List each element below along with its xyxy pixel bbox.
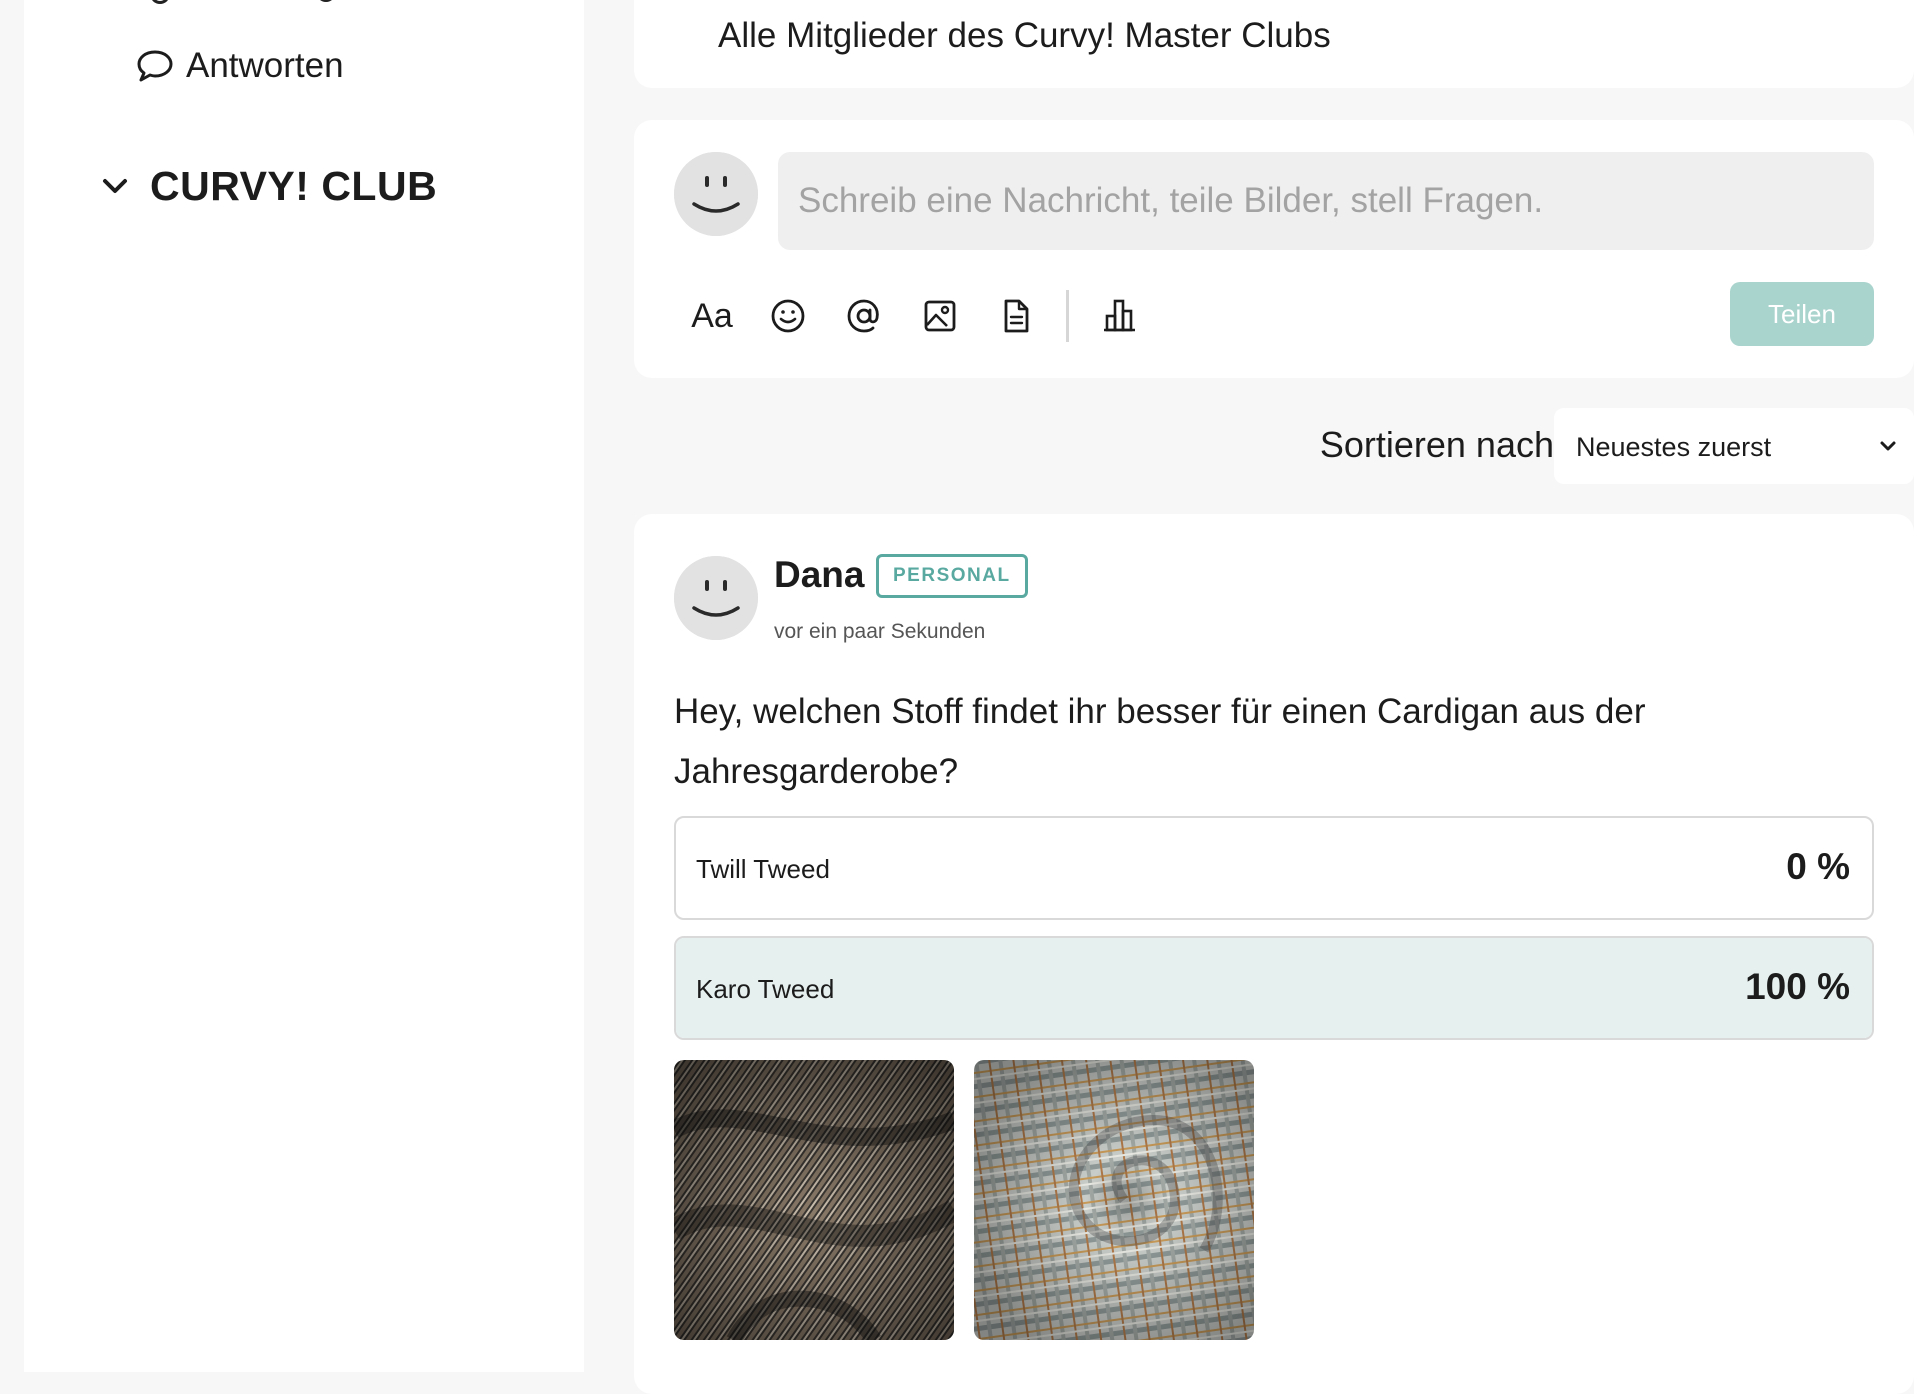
sidebar: Antworten CURVY! CLUB (24, 0, 584, 1372)
poll-option-label: Twill Tweed (696, 854, 830, 884)
group-description-card: Alle Mitglieder des Curvy! Master Clubs (634, 0, 1914, 88)
mention-button[interactable] (826, 282, 902, 350)
poll-option-label: Karo Tweed (696, 974, 835, 1004)
fabric-photo (974, 1060, 1254, 1340)
poll-option-fill (676, 938, 1872, 1038)
group-description: Alle Mitglieder des Curvy! Master Clubs (718, 16, 1331, 55)
text-format-button[interactable]: Aa (674, 282, 750, 350)
text-partial (316, 0, 336, 2)
image-icon (924, 300, 956, 332)
author-avatar[interactable] (674, 556, 758, 640)
emoji-button[interactable] (750, 282, 826, 350)
sidebar-item-replies[interactable]: Antworten (136, 44, 344, 88)
post-timestamp: vor ein paar Sekunden (774, 620, 986, 643)
image-button[interactable] (902, 282, 978, 350)
speech-bubble-icon (137, 50, 173, 82)
share-button[interactable]: Teilen (1730, 282, 1874, 346)
chevron-down-icon (1880, 441, 1896, 451)
poll-button[interactable] (1081, 282, 1157, 350)
club-section-title: CURVY! CLUB (150, 162, 438, 209)
sidebar-item-label: Antworten (186, 46, 344, 85)
icon-partial (150, 0, 170, 4)
poll-chart-icon (1104, 299, 1135, 332)
post-composer: Aa (634, 120, 1914, 378)
club-section-toggle[interactable]: CURVY! CLUB (102, 160, 437, 212)
chevron-down-icon (103, 179, 127, 193)
post-card: Dana PERSONAL vor ein paar Sekunden Hey,… (634, 514, 1914, 1394)
role-badge: PERSONAL (876, 554, 1028, 598)
sort-bar: Sortieren nach Neuestes zuerst (634, 408, 1914, 484)
text-format-icon: Aa (691, 296, 733, 335)
sort-label: Sortieren nach (1319, 424, 1554, 465)
smiley-avatar-icon (674, 556, 758, 640)
toolbar-divider (1066, 290, 1069, 342)
composer-toolbar: Aa (674, 282, 1157, 350)
sidebar-item-cut-off[interactable] (136, 0, 376, 6)
poll-option-percent: 0 % (1786, 846, 1850, 887)
sort-dropdown[interactable]: Neuestes zuerst (1554, 408, 1914, 484)
at-sign-icon (847, 299, 879, 333)
document-icon (1004, 299, 1029, 333)
message-input[interactable] (778, 152, 1874, 250)
emoji-icon (771, 299, 805, 333)
post-author-name[interactable]: Dana (774, 554, 864, 596)
smiley-avatar-icon (674, 152, 758, 236)
document-button[interactable] (978, 282, 1054, 350)
avatar (674, 152, 758, 236)
post-body: Hey, welchen Stoff findet ihr besser für… (674, 692, 1646, 791)
poll-option[interactable]: Twill Tweed 0 % (674, 816, 1874, 920)
poll-option-percent: 100 % (1745, 966, 1850, 1007)
poll-option[interactable]: Karo Tweed 100 % (674, 936, 1874, 1040)
sort-selected-value: Neuestes zuerst (1576, 432, 1772, 462)
post-image-twill-tweed[interactable] (674, 1060, 954, 1340)
fabric-photo (674, 1060, 954, 1340)
post-image-karo-tweed[interactable] (974, 1060, 1254, 1340)
